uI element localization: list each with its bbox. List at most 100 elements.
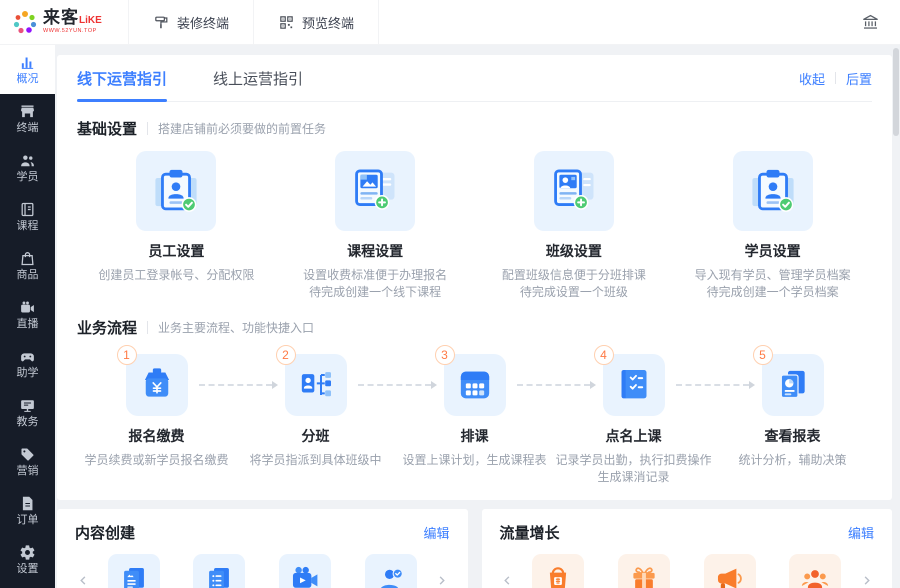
step-number: 2 [275, 345, 296, 365]
checklist-icon [614, 365, 654, 405]
setup-card-class[interactable]: 班级设置 配置班级信息便于分班排课 待完成设置一个班级 [475, 151, 674, 301]
growth-item-group-buy[interactable]: 拼团 [532, 554, 585, 588]
money-bag-icon [137, 365, 177, 405]
video-icon [288, 563, 322, 588]
setup-card-student[interactable]: 学员设置 导入现有学员、管理学员档案 待完成创建一个学员档案 [673, 151, 872, 301]
sidebar-item-live[interactable]: 直播 [0, 290, 55, 339]
order-icon [19, 495, 36, 512]
sidebar-item-marketing[interactable]: 营销 [0, 437, 55, 486]
content-item-video-live[interactable]: 视频直播 [279, 554, 332, 588]
section-title: 基础设置 [77, 121, 138, 138]
section-subtitle: 业务主要流程、功能快捷入口 [158, 321, 315, 335]
preview-terminal-label: 预览终端 [302, 15, 355, 31]
sidebar-item-courses[interactable]: 课程 [0, 192, 55, 241]
flow-step-assign-class[interactable]: 2 分班 将学员指派到具体班级中 [236, 345, 395, 486]
content-item-column[interactable]: 专栏 [193, 554, 246, 588]
setup-cards: 员工设置 创建员工登录帐号、分配权限 课程设置 设置收费标准便于办理报名 待完成创… [77, 151, 872, 301]
bank-icon [861, 13, 880, 32]
guide-card: 线下运营指引 线上运营指引 收起 后置 基础设置 搭建店铺前必须要做的前置任务 … [57, 55, 892, 500]
panel-title: 内容创建 [75, 525, 136, 542]
crowd-icon [798, 563, 832, 588]
gamepad-icon [19, 348, 36, 365]
basic-setup-header: 基础设置 搭建店铺前必须要做的前置任务 [77, 118, 872, 139]
next-arrow-icon[interactable] [434, 554, 450, 588]
flow-connector [198, 381, 278, 389]
sidebar-item-settings[interactable]: 设置 [0, 535, 55, 584]
logo-burst-icon [13, 11, 37, 34]
panel-title: 流量增长 [499, 525, 560, 542]
scrollbar-thumb[interactable] [893, 48, 899, 136]
qr-code-icon [278, 14, 295, 31]
growth-item-friend-boost[interactable]: 好友助力 [789, 554, 842, 588]
flow-step-enroll-pay[interactable]: 1 报名缴费 学员续费或新学员报名缴费 [77, 345, 236, 486]
link-divider [834, 72, 836, 84]
content-creation-panel: 内容创建 编辑 图文 专栏 视频直播 [57, 509, 468, 588]
bag-icon [19, 250, 36, 267]
brand-url: WWW.52YUN.TOP [43, 28, 97, 35]
sidebar-nav: 概况 终端 学员 课程 商品 直播 助学 教务 营销 订单 设置 [0, 45, 55, 588]
report-icon [773, 365, 813, 405]
paint-roller-icon [153, 14, 170, 31]
setup-card-course[interactable]: 课程设置 设置收费标准便于办理报名 待完成创建一个线下课程 [276, 151, 475, 301]
content-item-article[interactable]: 图文 [107, 554, 160, 588]
setup-card-employee[interactable]: 员工设置 创建员工登录帐号、分配权限 [77, 151, 276, 301]
sidebar-item-academic[interactable]: 教务 [0, 388, 55, 437]
decorate-terminal-button[interactable]: 装修终端 [128, 0, 255, 44]
flow-connector [675, 381, 755, 389]
prev-arrow-icon[interactable] [75, 554, 91, 588]
gift-icon [627, 563, 661, 588]
sidebar-item-study-aid[interactable]: 助学 [0, 339, 55, 388]
home-button[interactable] [841, 0, 900, 44]
org-chart-icon [296, 365, 336, 405]
step-number: 4 [593, 345, 614, 365]
flow-connector [357, 381, 437, 389]
guide-tabs: 线下运营指引 线上运营指引 收起 后置 [77, 55, 872, 102]
sidebar-item-goods[interactable]: 商品 [0, 241, 55, 290]
gear-icon [19, 544, 36, 561]
prev-arrow-icon[interactable] [500, 554, 516, 588]
clipboard-person-icon [150, 165, 202, 217]
sidebar-item-overview[interactable]: 概况 [0, 45, 55, 94]
brand-sub: LiKE [79, 15, 102, 27]
next-arrow-icon[interactable] [858, 554, 874, 588]
brand-name: 来客 [43, 8, 79, 28]
column-icon [202, 563, 236, 588]
growth-item-promoter[interactable]: 推广员 [703, 554, 756, 588]
step-number: 3 [434, 345, 455, 365]
postpone-link[interactable]: 后置 [846, 69, 872, 88]
tags-icon [19, 446, 36, 463]
growth-edit-link[interactable]: 编辑 [848, 523, 874, 542]
store-icon [19, 103, 36, 120]
decorate-terminal-label: 装修终端 [177, 15, 230, 31]
business-flow-header: 业务流程 业务主要流程、功能快捷入口 [77, 317, 872, 338]
book-icon [19, 201, 36, 218]
content-edit-link[interactable]: 编辑 [423, 523, 449, 542]
flow-step-roll-call[interactable]: 4 点名上课 记录学员出勤，执行扣费操作 生成课消记录 [554, 345, 713, 486]
sidebar-item-terminal[interactable]: 终端 [0, 94, 55, 143]
flow-step-schedule[interactable]: 3 排课 设置上课计划，生成课程表 [395, 345, 554, 486]
flow-step-reports[interactable]: 5 查看报表 统计分析，辅助决策 [713, 345, 872, 486]
chart-icon [19, 54, 36, 71]
tab-online-guide[interactable]: 线上运营指引 [213, 55, 303, 101]
flow-steps: 1 报名缴费 学员续费或新学员报名缴费 2 分班 将学员指派到具体班级中 3 排… [77, 345, 872, 486]
people-icon [19, 152, 36, 169]
article-icon [117, 563, 151, 588]
app-logo[interactable]: 来客LiKE WWW.52YUN.TOP [0, 0, 128, 44]
tab-offline-guide[interactable]: 线下运营指引 [77, 55, 168, 102]
pin-bag-icon [541, 563, 575, 588]
section-subtitle: 搭建店铺前必须要做的前置任务 [158, 122, 327, 136]
traffic-growth-panel: 流量增长 编辑 拼团 新人有礼 推广员 [481, 509, 892, 588]
content-item-checkin[interactable]: 打卡 [364, 554, 417, 588]
section-title: 业务流程 [77, 320, 138, 337]
flow-connector [516, 381, 596, 389]
sidebar-item-students[interactable]: 学员 [0, 143, 55, 192]
calendar-icon [455, 365, 495, 405]
step-number: 5 [752, 345, 773, 365]
checkin-icon [374, 563, 408, 588]
megaphone-icon [713, 563, 747, 588]
preview-terminal-button[interactable]: 预览终端 [254, 0, 380, 44]
growth-item-newcomer-gift[interactable]: 新人有礼 [617, 554, 670, 588]
sidebar-item-orders[interactable]: 订单 [0, 486, 55, 535]
collapse-link[interactable]: 收起 [799, 69, 825, 88]
course-card-icon [349, 165, 401, 217]
